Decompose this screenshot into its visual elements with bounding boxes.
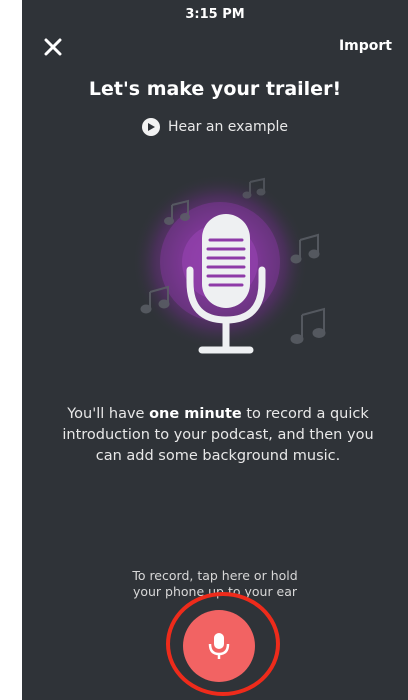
microphone-icon (208, 633, 230, 659)
page-title: Let's make your trailer! (88, 78, 342, 100)
description-highlight: one minute (149, 406, 242, 422)
description-part1: You'll have (67, 406, 150, 422)
description-text: You'll have one minute to record a quick… (52, 404, 384, 467)
hear-example-label: Hear an example (167, 119, 289, 135)
record-hint-line2: your phone up to your ear (132, 584, 298, 599)
close-icon (44, 38, 62, 56)
play-icon (141, 118, 160, 136)
record-hint: To record, tap here or hold your phone u… (22, 568, 408, 600)
record-hint-line1: To record, tap here or hold (132, 568, 298, 583)
hear-example-button[interactable]: Hear an example (22, 118, 408, 136)
app-screen: 3:15 PM Import Let's make your trailer! … (22, 0, 408, 700)
import-button[interactable]: Import (339, 38, 392, 54)
record-button[interactable] (183, 610, 255, 682)
microphone-illustration (132, 174, 326, 354)
close-button[interactable] (40, 34, 66, 60)
status-bar-time: 3:15 PM (185, 7, 245, 22)
music-note-icon (290, 307, 326, 344)
